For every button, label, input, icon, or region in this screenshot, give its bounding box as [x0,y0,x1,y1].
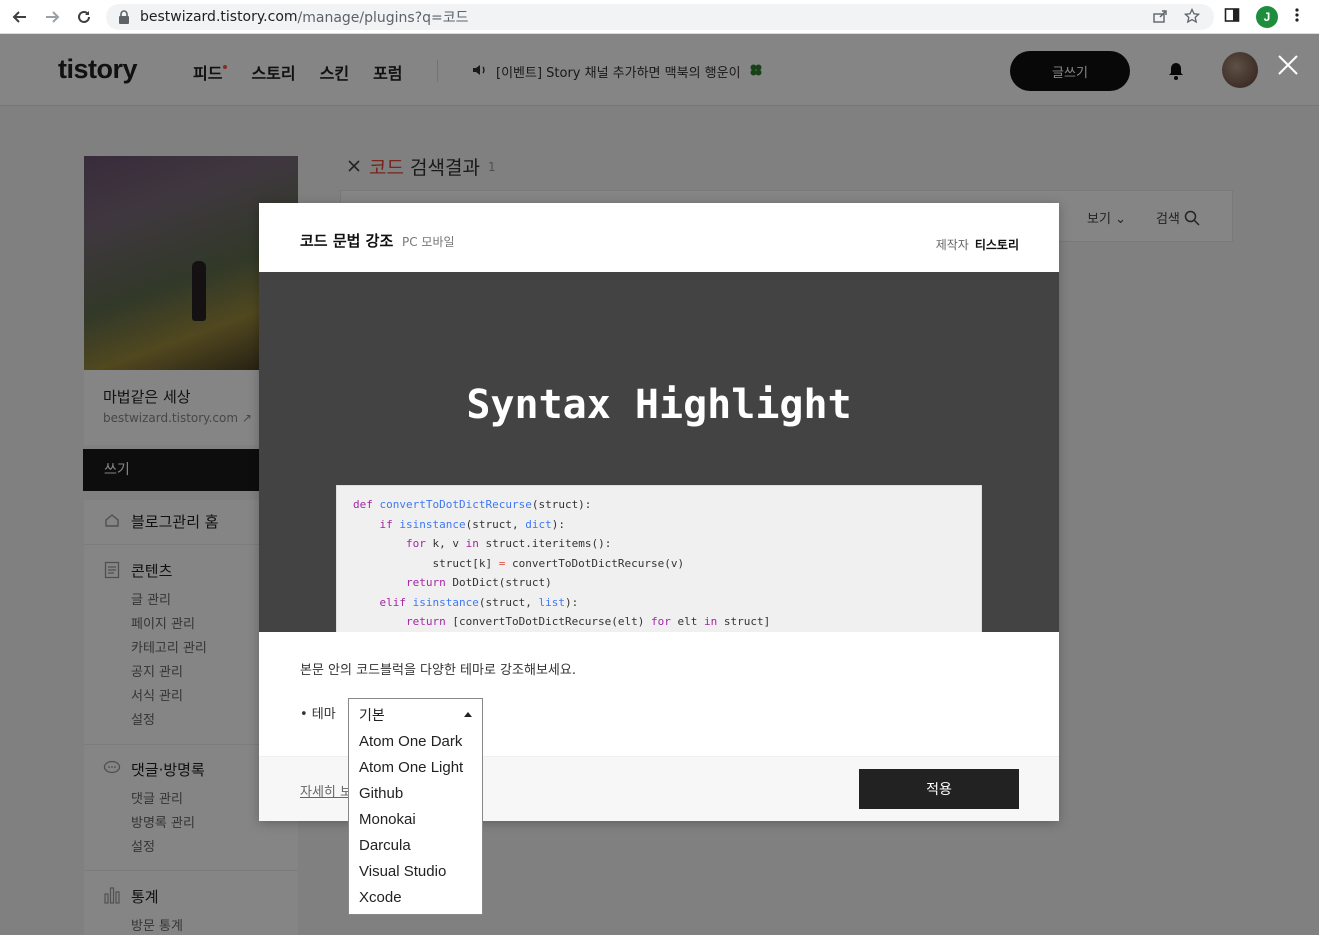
share-icon[interactable] [1152,8,1168,28]
theme-option[interactable]: Github [349,781,482,807]
url-host: bestwizard.tistory.com [140,9,298,25]
modal-maker: 제작자 티스토리 [935,238,1019,252]
back-icon[interactable] [4,1,36,33]
theme-label: • 테마 [300,707,336,722]
preview-title: Syntax Highlight [466,382,852,428]
modal-description: 본문 안의 코드블럭을 다양한 테마로 강조해보세요. [300,663,576,678]
caret-up-icon [464,712,472,717]
theme-options: Atom One Dark Atom One Light Github Mono… [349,729,482,911]
lock-icon [118,10,130,24]
apply-button[interactable]: 적용 [859,769,1019,809]
modal-header: 코드 문법 강조 PC 모바일 제작자 티스토리 [259,203,1059,272]
close-icon[interactable] [1276,54,1300,78]
theme-select-value[interactable]: 기본 [349,699,482,729]
theme-option[interactable]: Darcula [349,833,482,859]
url-path: /manage/plugins?q=코드 [297,10,469,26]
theme-option[interactable]: Xcode [349,885,482,911]
reload-icon[interactable] [68,1,100,33]
code-sample: def convertToDotDictRecurse(struct): if … [336,485,982,632]
forward-icon[interactable] [36,1,68,33]
side-panel-icon[interactable] [1224,7,1240,27]
more-menu-icon[interactable] [1294,7,1300,27]
modal-title: 코드 문법 강조 [300,232,394,250]
browser-toolbar: bestwizard.tistory.com/manage/plugins?q=… [0,0,1319,34]
modal-platform: PC 모바일 [402,235,455,249]
address-bar[interactable]: bestwizard.tistory.com/manage/plugins?q=… [106,4,1214,30]
theme-select[interactable]: 기본 Atom One Dark Atom One Light Github M… [348,698,483,915]
theme-option[interactable]: Atom One Dark [349,729,482,755]
theme-option[interactable]: Monokai [349,807,482,833]
theme-option[interactable]: Visual Studio [349,859,482,885]
profile-avatar[interactable]: J [1256,6,1278,28]
theme-option[interactable]: Atom One Light [349,755,482,781]
plugin-preview: Syntax Highlight def convertToDotDictRec… [259,272,1059,632]
bookmark-star-icon[interactable] [1183,7,1201,28]
